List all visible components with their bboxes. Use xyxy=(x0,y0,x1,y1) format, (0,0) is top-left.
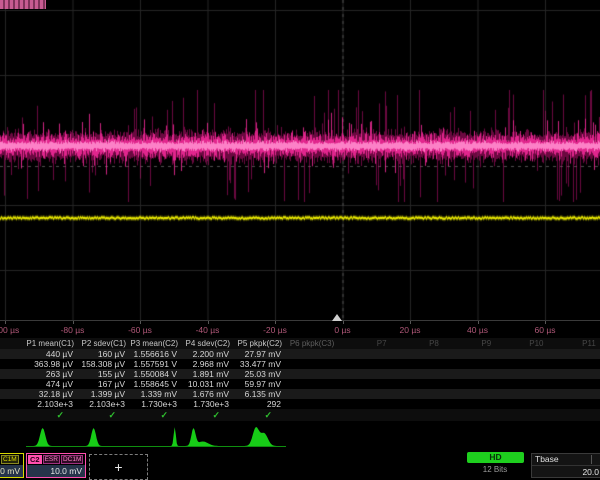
param-header[interactable]: P11 xyxy=(547,339,599,348)
param-header[interactable]: P1 mean(C1) xyxy=(26,339,78,348)
measure-cell: 1.676 mV xyxy=(182,389,234,399)
status-check-icon: ✓ xyxy=(78,410,130,421)
measure-cell: 2.200 mV xyxy=(182,349,234,359)
measure-cell: 160 µV xyxy=(78,349,130,359)
measure-cell: 263 µV xyxy=(26,369,78,379)
time-axis-label: -20 µs xyxy=(253,325,297,335)
hd-bits-label: 12 Bits xyxy=(455,465,535,474)
measure-cell: 2.968 mV xyxy=(182,359,234,369)
c2-label: C2 xyxy=(28,455,42,464)
measure-cell: 25.03 mV xyxy=(234,369,286,379)
histicon[interactable] xyxy=(234,425,286,450)
measure-cell: 1.556616 V xyxy=(130,349,182,359)
measure-cell: 27.97 mV xyxy=(234,349,286,359)
histicon[interactable] xyxy=(26,425,78,450)
measure-cell: 10.031 mV xyxy=(182,379,234,389)
measure-cell: 32.18 µV xyxy=(26,389,78,399)
c2-coupling-badge: DC1M xyxy=(61,455,83,464)
status-check-icon: ✓ xyxy=(234,410,286,421)
measure-cell: 363.98 µV xyxy=(26,359,78,369)
status-check-icon: ✓ xyxy=(26,410,78,421)
measure-cell: 1.557591 V xyxy=(130,359,182,369)
channel-c2-descriptor[interactable]: C2 ESR DC1M 10.0 mV xyxy=(26,453,86,478)
param-header[interactable]: P10 xyxy=(495,339,547,348)
histicon-row xyxy=(0,424,600,451)
histicon[interactable] xyxy=(130,425,182,450)
stat-row: 440 µV160 µV1.556616 V2.200 mV27.97 mV xyxy=(0,349,600,359)
measure-cell: 158.308 µV xyxy=(78,359,130,369)
status-check-icon: ✓ xyxy=(130,410,182,421)
measure-cell: 59.97 mV xyxy=(234,379,286,389)
measure-cell: 33.477 mV xyxy=(234,359,286,369)
time-axis-label: 20 µs xyxy=(388,325,432,335)
measure-cell: 155 µV xyxy=(78,369,130,379)
timebase-value: 20.0 xyxy=(532,466,600,479)
measure-cell: 1.558645 V xyxy=(130,379,182,389)
c1-coupling-badge: C1M xyxy=(1,455,19,464)
measure-cell: 292 xyxy=(234,399,286,409)
measure-cell: 1.730e+3 xyxy=(182,399,234,409)
measure-cell: 1.399 µV xyxy=(78,389,130,399)
c2-eres-badge: ESR xyxy=(43,455,60,464)
param-header[interactable]: P2 sdev(C1) xyxy=(78,339,130,348)
measure-cell: 6.135 mV xyxy=(234,389,286,399)
measure-cell: 474 µV xyxy=(26,379,78,389)
time-axis: -100 µs -80 µs -60 µs -40 µs -20 µs 0 µs 20 µs… xyxy=(0,320,600,339)
c1-volts-per-div: 0 mV xyxy=(0,465,23,478)
c2-volts-per-div: 10.0 mV xyxy=(27,465,85,478)
time-axis-label: 0 µs xyxy=(321,325,365,335)
stat-row: 263 µV155 µV1.550084 V1.891 mV25.03 mV xyxy=(0,369,600,379)
stat-row: 363.98 µV158.308 µV1.557591 V2.968 mV33.… xyxy=(0,359,600,369)
measure-cell: 440 µV xyxy=(26,349,78,359)
time-axis-label: -100 µs xyxy=(0,325,27,335)
status-check-icon: ✓ xyxy=(182,410,234,421)
time-axis-label: -80 µs xyxy=(51,325,95,335)
param-header[interactable]: P9 xyxy=(443,339,495,348)
crosshair-icon: + xyxy=(114,459,122,475)
add-trace-crosshair-box[interactable]: + xyxy=(89,454,148,480)
measure-cell: 2.103e+3 xyxy=(78,399,130,409)
time-axis-label: -60 µs xyxy=(118,325,162,335)
stat-row: 2.103e+32.103e+31.730e+31.730e+3292 xyxy=(0,399,600,409)
oscilloscope-screen: -100 µs -80 µs -60 µs -40 µs -20 µs 0 µs 20 µs… xyxy=(0,0,600,480)
histicon[interactable] xyxy=(78,425,130,450)
param-header[interactable]: P4 sdev(C2) xyxy=(182,339,234,348)
waveform-display xyxy=(0,0,600,320)
channel-c1-descriptor[interactable]: C1M 0 mV xyxy=(0,453,24,478)
measure-cell: 1.730e+3 xyxy=(130,399,182,409)
trigger-time-marker[interactable] xyxy=(332,314,342,321)
stat-row: 32.18 µV1.399 µV1.339 mV1.676 mV6.135 mV xyxy=(0,389,600,399)
top-left-label xyxy=(0,0,46,9)
time-axis-label: -40 µs xyxy=(186,325,230,335)
measure-cell: 1.339 mV xyxy=(130,389,182,399)
measure-cell: 1.550084 V xyxy=(130,369,182,379)
timebase-title: Tbase xyxy=(532,454,600,466)
param-header[interactable]: P7 xyxy=(338,339,390,348)
bottom-status-bar: C1M 0 mV C2 ESR DC1M 10.0 mV + HD 12 Bit… xyxy=(0,452,600,480)
time-axis-label: 40 µs xyxy=(456,325,500,335)
param-header[interactable]: P6 pkpk(C3) xyxy=(286,339,338,348)
timebase-descriptor[interactable]: Tbase 20.0 xyxy=(531,453,600,478)
measurement-table: P1 mean(C1)P2 sdev(C1)P3 mean(C2)P4 sdev… xyxy=(0,338,600,421)
param-header[interactable]: P8 xyxy=(391,339,443,348)
stat-row: 474 µV167 µV1.558645 V10.031 mV59.97 mV xyxy=(0,379,600,389)
measure-cell: 1.891 mV xyxy=(182,369,234,379)
param-header[interactable]: P3 mean(C2) xyxy=(130,339,182,348)
measure-cell: 167 µV xyxy=(78,379,130,389)
param-header[interactable]: P5 pkpk(C2) xyxy=(234,339,286,348)
histicon[interactable] xyxy=(182,425,234,450)
hd-mode-badge[interactable]: HD xyxy=(467,452,524,463)
time-axis-label: 60 µs xyxy=(523,325,567,335)
measure-cell: 2.103e+3 xyxy=(26,399,78,409)
